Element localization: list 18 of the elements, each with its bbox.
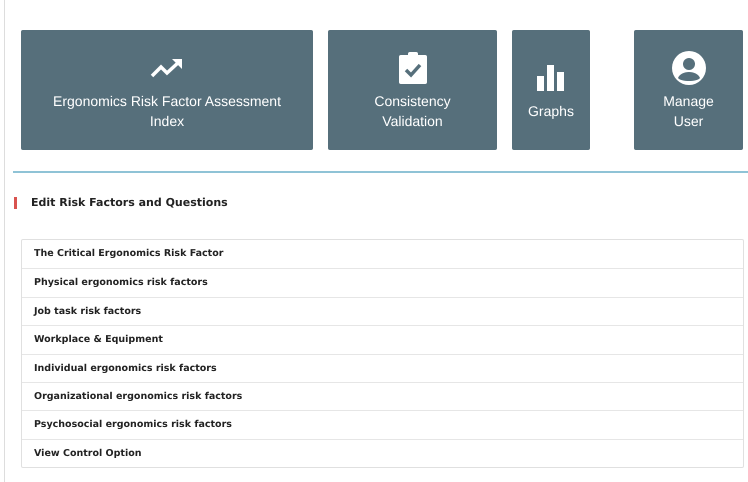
list-item[interactable]: The Critical Ergonomics Risk Factor: [22, 240, 743, 268]
bar-chart-icon: [537, 65, 565, 91]
clipboard-check-icon: [398, 51, 428, 85]
section-title: Edit Risk Factors and Questions: [31, 196, 228, 209]
nav-tile[interactable]: Manage User: [634, 30, 743, 150]
list-item[interactable]: Individual ergonomics risk factors: [22, 354, 743, 382]
list-item[interactable]: Psychosocial ergonomics risk factors: [22, 410, 743, 439]
list-item[interactable]: View Control Option: [22, 438, 743, 468]
nav-tile[interactable]: Consistency Validation: [328, 30, 497, 150]
list-item[interactable]: Organizational ergonomics risk factors: [22, 382, 743, 410]
accent-bar: [14, 196, 17, 208]
nav-tile[interactable]: Graphs: [512, 30, 590, 150]
list-item[interactable]: Workplace & Equipment: [22, 325, 743, 354]
user-circle-icon: [672, 51, 706, 85]
list-item[interactable]: Physical ergonomics risk factors: [22, 268, 743, 297]
nav-tile[interactable]: Ergonomics Risk Factor Assessment Index: [21, 30, 313, 150]
list-item[interactable]: Job task risk factors: [22, 296, 743, 326]
trend-up-icon: [150, 57, 184, 79]
